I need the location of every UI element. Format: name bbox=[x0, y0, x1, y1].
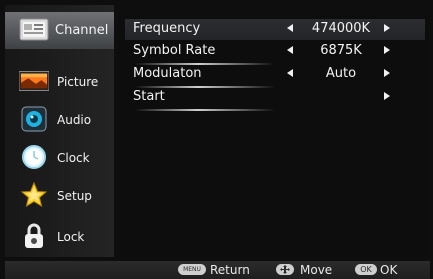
left-arrow-icon[interactable] bbox=[287, 24, 293, 32]
symbol-rate-row[interactable]: Symbol Rate 6875K bbox=[125, 41, 425, 65]
modulation-row[interactable]: Modulaton Auto bbox=[125, 64, 425, 88]
sidebar-item-lock[interactable]: Lock bbox=[5, 218, 114, 255]
row-label: Modulaton bbox=[133, 66, 202, 81]
setup-icon bbox=[19, 181, 49, 209]
clock-icon bbox=[19, 143, 49, 171]
divider bbox=[135, 109, 275, 111]
lock-icon bbox=[19, 222, 49, 250]
row-label: Start bbox=[133, 89, 165, 104]
sidebar-item-label: Audio bbox=[57, 112, 92, 127]
sidebar-item-label: Setup bbox=[57, 188, 92, 203]
sidebar-item-label: Lock bbox=[57, 229, 85, 244]
sidebar-item-picture[interactable]: Picture bbox=[5, 63, 114, 100]
frequency-row[interactable]: Frequency 474000K bbox=[125, 19, 425, 40]
channel-icon bbox=[19, 16, 49, 44]
sidebar-menu: Channel Picture Audio Clock Setup Lock bbox=[5, 5, 114, 257]
move-label: Move bbox=[300, 263, 333, 277]
sidebar-item-label: Channel bbox=[55, 23, 109, 38]
left-arrow-icon[interactable] bbox=[287, 46, 293, 54]
right-arrow-icon[interactable] bbox=[384, 92, 390, 100]
sidebar-item-channel[interactable]: Channel bbox=[5, 12, 114, 49]
menu-key-icon: MENU bbox=[178, 264, 206, 275]
left-arrow-icon[interactable] bbox=[287, 69, 293, 77]
right-arrow-icon[interactable] bbox=[384, 24, 390, 32]
audio-icon bbox=[19, 105, 49, 133]
ok-key-icon: OK bbox=[355, 264, 377, 275]
start-row[interactable]: Start bbox=[125, 87, 425, 111]
sidebar-item-label: Picture bbox=[57, 74, 99, 89]
return-label: Return bbox=[210, 263, 250, 277]
footer-hints: MENU Return Move OK OK bbox=[5, 261, 430, 279]
frequency-value: 474000K bbox=[311, 21, 371, 36]
sidebar-item-setup[interactable]: Setup bbox=[5, 177, 114, 214]
sidebar-item-label: Clock bbox=[57, 150, 90, 165]
move-arrows-icon bbox=[276, 264, 294, 275]
channel-settings-panel: Frequency 474000K Symbol Rate 6875K Modu… bbox=[118, 15, 430, 257]
right-arrow-icon[interactable] bbox=[384, 46, 390, 54]
sidebar-item-clock[interactable]: Clock bbox=[5, 139, 114, 176]
ok-label: OK bbox=[380, 263, 398, 277]
modulation-value: Auto bbox=[325, 66, 357, 81]
sidebar-item-audio[interactable]: Audio bbox=[5, 101, 114, 138]
right-arrow-icon[interactable] bbox=[384, 69, 390, 77]
row-label: Frequency bbox=[133, 21, 201, 36]
row-label: Symbol Rate bbox=[133, 43, 216, 58]
symbol-rate-value: 6875K bbox=[320, 43, 362, 58]
picture-icon bbox=[19, 67, 49, 95]
